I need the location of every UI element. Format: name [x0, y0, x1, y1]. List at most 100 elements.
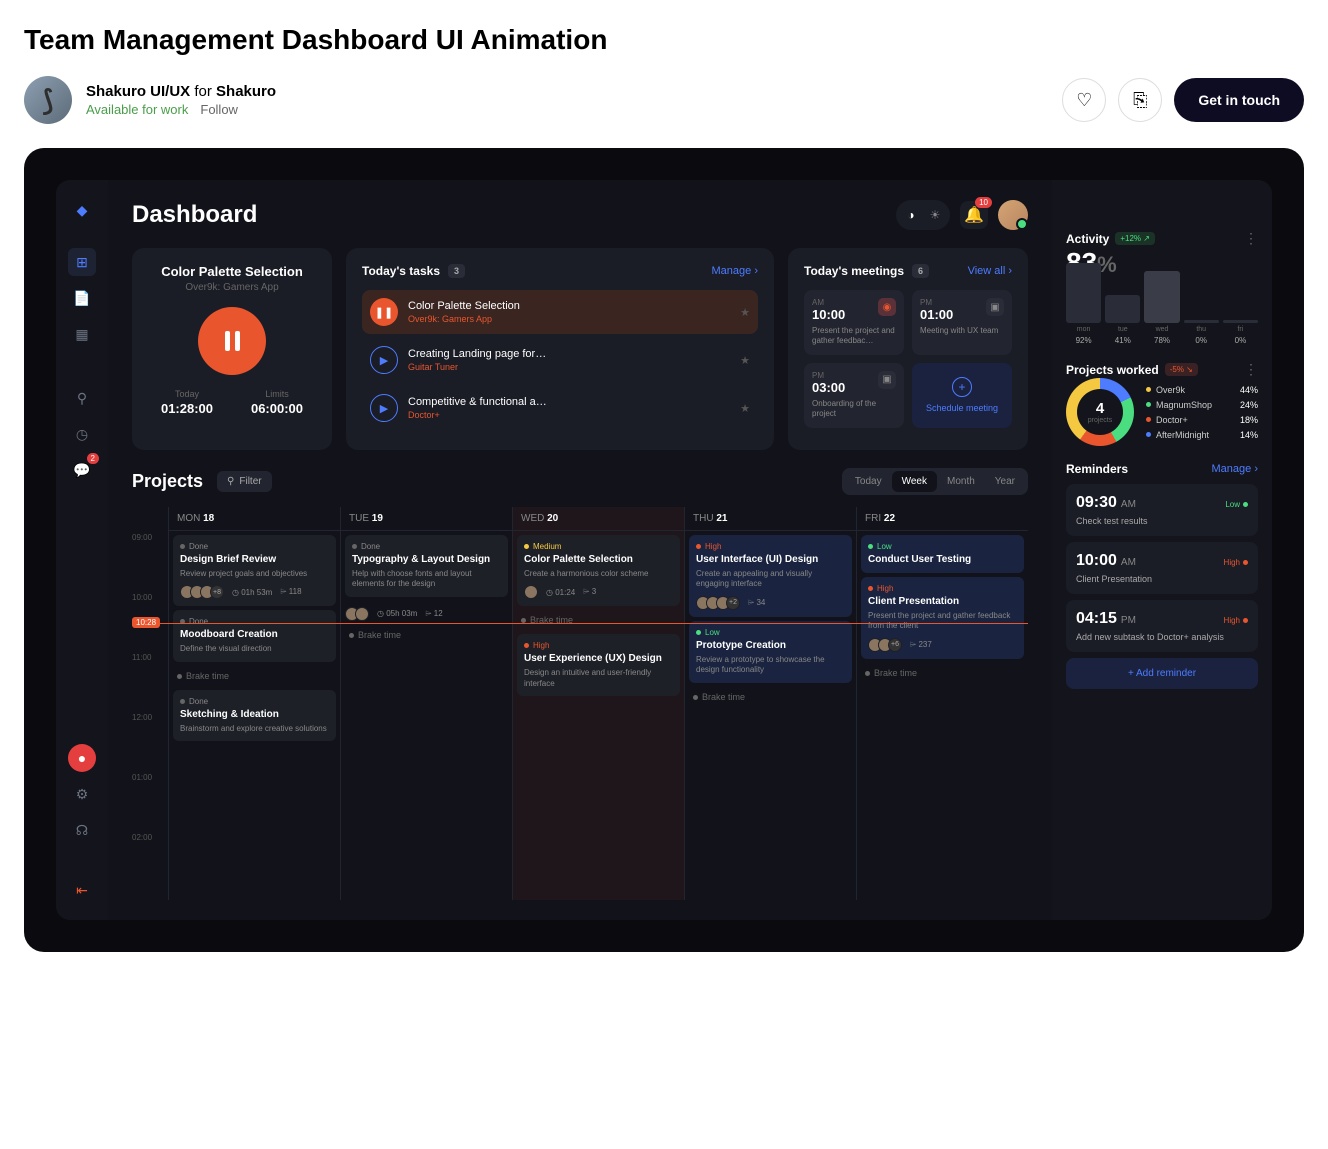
- worked-menu-icon[interactable]: ⋮: [1244, 361, 1258, 378]
- avatar-stack: [524, 585, 538, 599]
- reminders-title: Reminders: [1066, 462, 1128, 476]
- sidenav: ◆ ⊞ 📄 ▦ ⚲ ◷ 💬2 ● ⚙ ☊ ⇤: [56, 180, 108, 920]
- timer-card: Color Palette Selection Over9k: Gamers A…: [132, 248, 332, 450]
- bookmark-button[interactable]: ⎘: [1118, 78, 1162, 122]
- nav-support-icon[interactable]: ☊: [68, 816, 96, 844]
- activity-menu-icon[interactable]: ⋮: [1244, 230, 1258, 247]
- author-name[interactable]: Shakuro: [216, 83, 276, 100]
- task-item[interactable]: ❚❚Color Palette SelectionOver9k: Gamers …: [362, 290, 758, 334]
- timer-pause-button[interactable]: [198, 307, 266, 375]
- notifications-button[interactable]: 🔔10: [960, 201, 988, 229]
- theme-toggle[interactable]: ◑ ☀: [896, 200, 950, 230]
- meeting-cell[interactable]: ◉AM10:00Present the project and gather f…: [804, 290, 904, 355]
- activity-bar: fri0%: [1223, 320, 1258, 345]
- schedule-meeting-button[interactable]: +Schedule meeting: [912, 363, 1012, 428]
- reminder-item[interactable]: 04:15PMHigh Add new subtask to Doctor+ a…: [1066, 600, 1258, 652]
- project-task-card[interactable]: DoneTypography & Layout DesignHelp with …: [345, 535, 508, 597]
- pause-icon[interactable]: ❚❚: [370, 298, 398, 326]
- tasks-manage-link[interactable]: Manage ›: [712, 265, 758, 277]
- project-task-card[interactable]: MediumColor Palette SelectionCreate a ha…: [517, 535, 680, 606]
- light-mode-icon[interactable]: ☀: [923, 203, 947, 227]
- right-panel: Activity +12% ↗ ⋮ 83% mon92%tue41%wed78%…: [1052, 180, 1272, 920]
- star-icon[interactable]: ★: [740, 402, 750, 415]
- author-line: Shakuro UI/UX for Shakuro: [86, 83, 276, 100]
- logo-icon[interactable]: ◆: [68, 196, 96, 224]
- project-task-card[interactable]: HighUser Experience (UX) DesignDesign an…: [517, 634, 680, 696]
- activity-bar: thu0%: [1184, 320, 1219, 345]
- meetings-viewall-link[interactable]: View all ›: [968, 265, 1012, 277]
- cam-icon: ▣: [986, 298, 1004, 316]
- page-header: ⟆ Shakuro UI/UX for Shakuro Available fo…: [24, 76, 1304, 124]
- page-title: Team Management Dashboard UI Animation: [24, 24, 1304, 56]
- project-task-card[interactable]: DoneSketching & IdeationBrainstorm and e…: [173, 690, 336, 741]
- activity-bar: wed78%: [1144, 271, 1179, 345]
- nav-record-icon[interactable]: ●: [68, 744, 96, 772]
- tasks-card: Today's tasks3 Manage › ❚❚Color Palette …: [346, 248, 774, 450]
- nav-share-icon[interactable]: ⚲: [68, 384, 96, 412]
- tasks-count: 3: [448, 264, 465, 278]
- play-icon[interactable]: ▶: [370, 394, 398, 422]
- view-month[interactable]: Month: [937, 471, 985, 492]
- avatar-stack: [345, 607, 369, 621]
- view-toggle: TodayWeekMonthYear: [842, 468, 1028, 495]
- nav-chat-icon[interactable]: 💬2: [68, 456, 96, 484]
- now-marker: 10:28: [132, 617, 160, 628]
- projects-donut: 4projects: [1066, 378, 1134, 446]
- dashboard-title: Dashboard: [132, 201, 257, 229]
- author-logo[interactable]: ⟆: [24, 76, 72, 124]
- reminder-item[interactable]: 10:00AMHigh Client Presentation: [1066, 542, 1258, 594]
- author-block: ⟆ Shakuro UI/UX for Shakuro Available fo…: [24, 76, 276, 124]
- meeting-cell[interactable]: ▣PM03:00Onboarding of the project: [804, 363, 904, 428]
- plus-icon: +: [952, 377, 972, 397]
- filter-button[interactable]: ⚲ Filter: [217, 471, 272, 492]
- view-week[interactable]: Week: [892, 471, 937, 492]
- projects-title: Projects: [132, 471, 203, 492]
- nav-doc-icon[interactable]: 📄: [68, 284, 96, 312]
- nav-logout-icon[interactable]: ⇤: [68, 876, 96, 904]
- reminder-item[interactable]: 09:30AMLow Check test results: [1066, 484, 1258, 536]
- view-year[interactable]: Year: [985, 471, 1025, 492]
- timer-project: Over9k: Gamers App: [185, 282, 278, 293]
- project-task-card[interactable]: DoneDesign Brief ReviewReview project go…: [173, 535, 336, 606]
- dark-mode-icon[interactable]: ◑: [899, 203, 923, 227]
- available-badge[interactable]: Available for work: [86, 102, 188, 117]
- play-icon[interactable]: ▶: [370, 346, 398, 374]
- brake-time: Brake time: [173, 666, 336, 686]
- project-task-card[interactable]: LowPrototype CreationReview a prototype …: [689, 621, 852, 683]
- meetings-count: 6: [912, 264, 929, 278]
- brake-time: Brake time: [345, 625, 508, 645]
- project-task-card[interactable]: HighUser Interface (UI) DesignCreate an …: [689, 535, 852, 617]
- project-task-card[interactable]: DoneMoodboard CreationDefine the visual …: [173, 610, 336, 661]
- brake-time: Brake time: [689, 687, 852, 707]
- legend-row: AfterMidnight14%: [1146, 430, 1258, 440]
- task-item[interactable]: ▶Competitive & functional a…Doctor+★: [362, 386, 758, 430]
- task-item[interactable]: ▶Creating Landing page for…Guitar Tuner★: [362, 338, 758, 382]
- get-in-touch-button[interactable]: Get in touch: [1174, 78, 1304, 122]
- timer-today: 01:28:00: [148, 401, 226, 416]
- legend-row: Doctor+18%: [1146, 415, 1258, 425]
- star-icon[interactable]: ★: [740, 354, 750, 367]
- nav-clock-icon[interactable]: ◷: [68, 420, 96, 448]
- discord-icon: ◉: [878, 298, 896, 316]
- project-task-card[interactable]: HighClient PresentationPresent the proje…: [861, 577, 1024, 659]
- legend-row: MagnumShop24%: [1146, 400, 1258, 410]
- user-avatar[interactable]: [998, 200, 1028, 230]
- author-team[interactable]: Shakuro UI/UX: [86, 83, 190, 100]
- reminders-manage-link[interactable]: Manage ›: [1212, 463, 1258, 475]
- follow-link[interactable]: Follow: [200, 102, 238, 117]
- nav-dashboard-icon[interactable]: ⊞: [68, 248, 96, 276]
- add-reminder-button[interactable]: + Add reminder: [1066, 658, 1258, 689]
- timer-task-title: Color Palette Selection: [161, 264, 303, 279]
- nav-settings-icon[interactable]: ⚙: [68, 780, 96, 808]
- like-button[interactable]: ♡: [1062, 78, 1106, 122]
- activity-trend: +12% ↗: [1115, 232, 1155, 245]
- brake-time: Brake time: [517, 610, 680, 630]
- legend-row: Over9k44%: [1146, 385, 1258, 395]
- view-today[interactable]: Today: [845, 471, 892, 492]
- project-task-card[interactable]: LowConduct User Testing: [861, 535, 1024, 573]
- meetings-card: Today's meetings6 View all › ◉AM10:00Pre…: [788, 248, 1028, 450]
- meeting-cell[interactable]: ▣PM01:00Meeting with UX team: [912, 290, 1012, 355]
- nav-calendar-icon[interactable]: ▦: [68, 320, 96, 348]
- app-window: ◆ ⊞ 📄 ▦ ⚲ ◷ 💬2 ● ⚙ ☊ ⇤ Dashboard ◑ ☀ 🔔10: [56, 180, 1272, 920]
- star-icon[interactable]: ★: [740, 306, 750, 319]
